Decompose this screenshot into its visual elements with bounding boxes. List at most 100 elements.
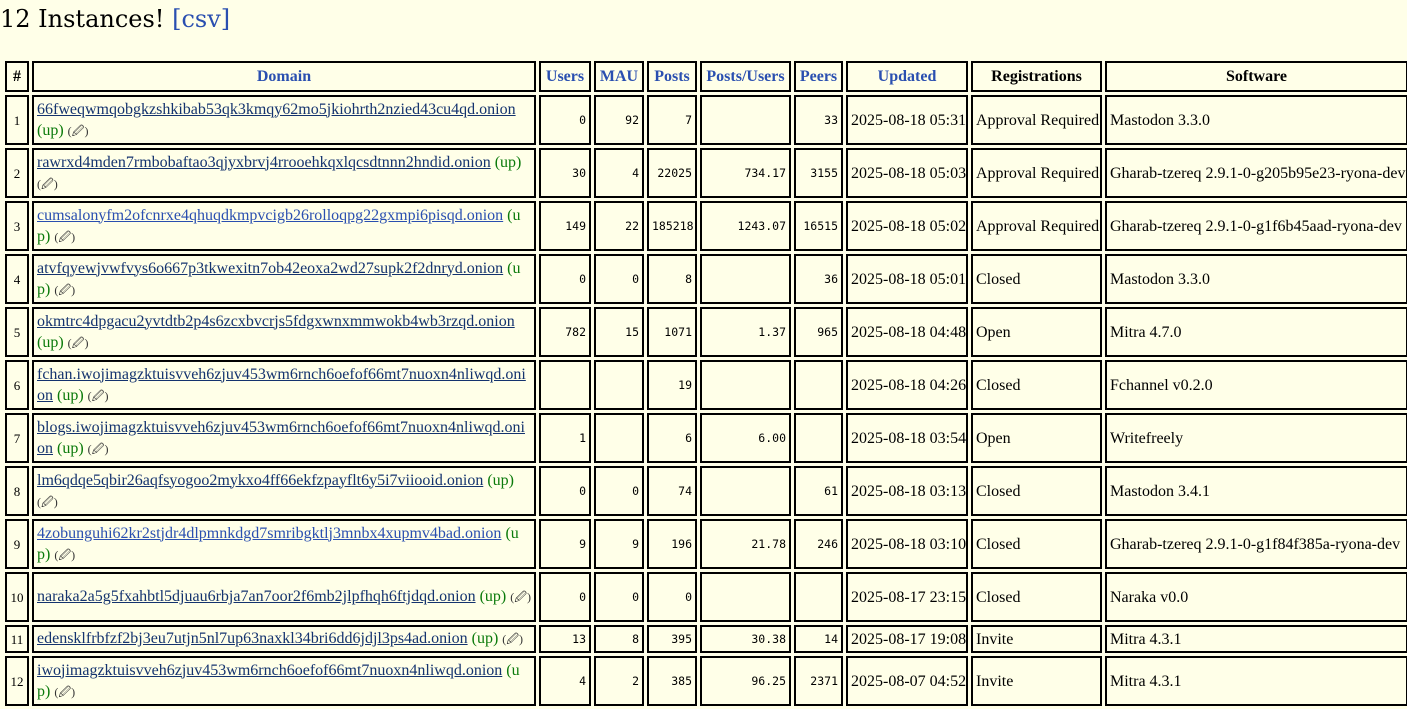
domain-link[interactable]: atvfqyewjvwfvys6o667p3tkwexitn7ob42eoxa2… bbox=[37, 260, 503, 277]
peers-cell: 14 bbox=[794, 625, 843, 653]
users-cell: 13 bbox=[539, 625, 591, 653]
domain-link[interactable]: 4zobunguhi62kr2stjdr4dlpmnkdgd7smribgktl… bbox=[37, 525, 501, 542]
pencil-icon[interactable]: (🖉) bbox=[88, 386, 109, 407]
table-row: 1 66fweqwmqobgkzshkibab53qk3kmqy62mo5jkio… bbox=[5, 95, 1407, 145]
users-cell: 4 bbox=[539, 656, 591, 706]
mau-cell: 8 bbox=[594, 625, 644, 653]
domain-link[interactable]: okmtrc4dpgacu2yvtdtb2p4s6zcxbvcrjs5fdgxw… bbox=[37, 313, 515, 330]
posts-per-user-cell: 6.00 bbox=[700, 413, 791, 463]
row-index: 8 bbox=[5, 466, 29, 516]
col-header-registrations: Registrations bbox=[971, 61, 1102, 92]
instance-count: 12 Instances! bbox=[0, 5, 165, 33]
domain-link[interactable]: rawrxd4mden7rmbobaftao3qjyxbrvj4rrooehkq… bbox=[37, 154, 491, 171]
mau-cell: 0 bbox=[594, 254, 644, 304]
registrations-cell: Closed bbox=[971, 466, 1102, 516]
pencil-icon[interactable]: (🖉) bbox=[68, 121, 89, 142]
domain-cell: 66fweqwmqobgkzshkibab53qk3kmqy62mo5jkioh… bbox=[32, 95, 536, 145]
col-header-posts[interactable]: Posts bbox=[647, 61, 697, 92]
col-header-index: # bbox=[5, 61, 29, 92]
domain-cell: okmtrc4dpgacu2yvtdtb2p4s6zcxbvcrjs5fdgxw… bbox=[32, 307, 536, 357]
updated-cell: 2025-08-18 05:03 bbox=[846, 148, 968, 198]
registrations-cell: Closed bbox=[971, 254, 1102, 304]
pencil-icon[interactable]: (🖉) bbox=[502, 629, 523, 650]
domain-link[interactable]: edensklfrbfzf2bj3eu7utjn5nl7up63naxkl34b… bbox=[37, 630, 468, 647]
pencil-icon[interactable]: (🖉) bbox=[54, 545, 75, 566]
software-cell: Mastodon 3.3.0 bbox=[1105, 254, 1407, 304]
software-cell: Mitra 4.3.1 bbox=[1105, 625, 1407, 653]
table-row: 10 naraka2a5g5fxahbtl5djuau6rbja7an7oor2f… bbox=[5, 572, 1407, 622]
peers-cell: 3155 bbox=[794, 148, 843, 198]
users-cell: 0 bbox=[539, 466, 591, 516]
posts-cell: 22025 bbox=[647, 148, 697, 198]
software-cell: Mitra 4.7.0 bbox=[1105, 307, 1407, 357]
users-cell: 0 bbox=[539, 572, 591, 622]
domain-link[interactable]: blogs.iwojimagzktuisvveh6zjuv453wm6rnch6… bbox=[37, 419, 525, 457]
mau-cell: 15 bbox=[594, 307, 644, 357]
pencil-icon[interactable]: (🖉) bbox=[54, 280, 75, 301]
instances-table: # Domain Users MAU Posts Posts/Users Pee… bbox=[2, 58, 1407, 709]
instances-table-body: 1 66fweqwmqobgkzshkibab53qk3kmqy62mo5jkio… bbox=[5, 95, 1407, 706]
users-cell: 0 bbox=[539, 95, 591, 145]
peers-cell: 2371 bbox=[794, 656, 843, 706]
col-header-mau[interactable]: MAU bbox=[594, 61, 644, 92]
registrations-cell: Closed bbox=[971, 360, 1102, 410]
row-index: 9 bbox=[5, 519, 29, 569]
col-header-domain[interactable]: Domain bbox=[32, 61, 536, 92]
status-indicator[interactable]: (up) bbox=[57, 440, 84, 457]
mau-cell: 22 bbox=[594, 201, 644, 251]
domain-link[interactable]: cumsalonyfm2ofcnrxe4qhuqdkmpvcigb26rollo… bbox=[37, 207, 503, 224]
row-index: 10 bbox=[5, 572, 29, 622]
status-indicator[interactable]: (up) bbox=[37, 122, 64, 139]
users-cell: 1 bbox=[539, 413, 591, 463]
row-index: 12 bbox=[5, 656, 29, 706]
table-row: 6 fchan.iwojimagzktuisvveh6zjuv453wm6rnch… bbox=[5, 360, 1407, 410]
col-header-updated[interactable]: Updated bbox=[846, 61, 968, 92]
status-indicator[interactable]: (up) bbox=[472, 630, 499, 647]
registrations-cell: Approval Required bbox=[971, 201, 1102, 251]
domain-link[interactable]: naraka2a5g5fxahbtl5djuau6rbja7an7oor2f6m… bbox=[37, 588, 476, 605]
pencil-icon[interactable]: (🖉) bbox=[37, 174, 58, 195]
peers-cell bbox=[794, 413, 843, 463]
pencil-icon[interactable]: (🖉) bbox=[37, 492, 58, 513]
row-index: 4 bbox=[5, 254, 29, 304]
software-cell: Fchannel v0.2.0 bbox=[1105, 360, 1407, 410]
posts-per-user-cell bbox=[700, 466, 791, 516]
software-cell: Gharab-tzereq 2.9.1-0-g205b95e23-ryona-d… bbox=[1105, 148, 1407, 198]
registrations-cell: Approval Required bbox=[971, 95, 1102, 145]
col-header-software: Software bbox=[1105, 61, 1407, 92]
table-row: 5 okmtrc4dpgacu2yvtdtb2p4s6zcxbvcrjs5fdgx… bbox=[5, 307, 1407, 357]
pencil-icon[interactable]: (🖉) bbox=[510, 587, 531, 608]
status-indicator[interactable]: (up) bbox=[37, 334, 64, 351]
domain-link[interactable]: lm6qdqe5qbir26aqfsyogoo2mykxo4ff66ekfzpa… bbox=[37, 472, 483, 489]
col-header-users[interactable]: Users bbox=[539, 61, 591, 92]
updated-cell: 2025-08-18 04:48 bbox=[846, 307, 968, 357]
status-indicator[interactable]: (up) bbox=[480, 588, 507, 605]
status-indicator[interactable]: (up) bbox=[495, 154, 522, 171]
posts-cell: 0 bbox=[647, 572, 697, 622]
posts-cell: 395 bbox=[647, 625, 697, 653]
pencil-icon[interactable]: (🖉) bbox=[54, 227, 75, 248]
pencil-icon[interactable]: (🖉) bbox=[54, 682, 75, 703]
row-index: 5 bbox=[5, 307, 29, 357]
domain-link[interactable]: 66fweqwmqobgkzshkibab53qk3kmqy62mo5jkioh… bbox=[37, 101, 516, 118]
pencil-icon[interactable]: (🖉) bbox=[68, 333, 89, 354]
software-cell: Mastodon 3.4.1 bbox=[1105, 466, 1407, 516]
peers-cell: 965 bbox=[794, 307, 843, 357]
software-cell: Naraka v0.0 bbox=[1105, 572, 1407, 622]
software-cell: Mastodon 3.3.0 bbox=[1105, 95, 1407, 145]
status-indicator[interactable]: (up) bbox=[57, 387, 84, 404]
domain-link[interactable]: iwojimagzktuisvveh6zjuv453wm6rnch6oefof6… bbox=[37, 662, 502, 679]
row-index: 3 bbox=[5, 201, 29, 251]
csv-link[interactable]: [csv] bbox=[172, 5, 230, 33]
peers-cell: 16515 bbox=[794, 201, 843, 251]
domain-link[interactable]: fchan.iwojimagzktuisvveh6zjuv453wm6rnch6… bbox=[37, 366, 526, 404]
col-header-posts-per-user[interactable]: Posts/Users bbox=[700, 61, 791, 92]
status-indicator[interactable]: (up) bbox=[487, 472, 514, 489]
posts-per-user-cell bbox=[700, 360, 791, 410]
domain-cell: atvfqyewjvwfvys6o667p3tkwexitn7ob42eoxa2… bbox=[32, 254, 536, 304]
posts-cell: 185218 bbox=[647, 201, 697, 251]
posts-cell: 8 bbox=[647, 254, 697, 304]
col-header-peers[interactable]: Peers bbox=[794, 61, 843, 92]
pencil-icon[interactable]: (🖉) bbox=[88, 439, 109, 460]
users-cell: 782 bbox=[539, 307, 591, 357]
